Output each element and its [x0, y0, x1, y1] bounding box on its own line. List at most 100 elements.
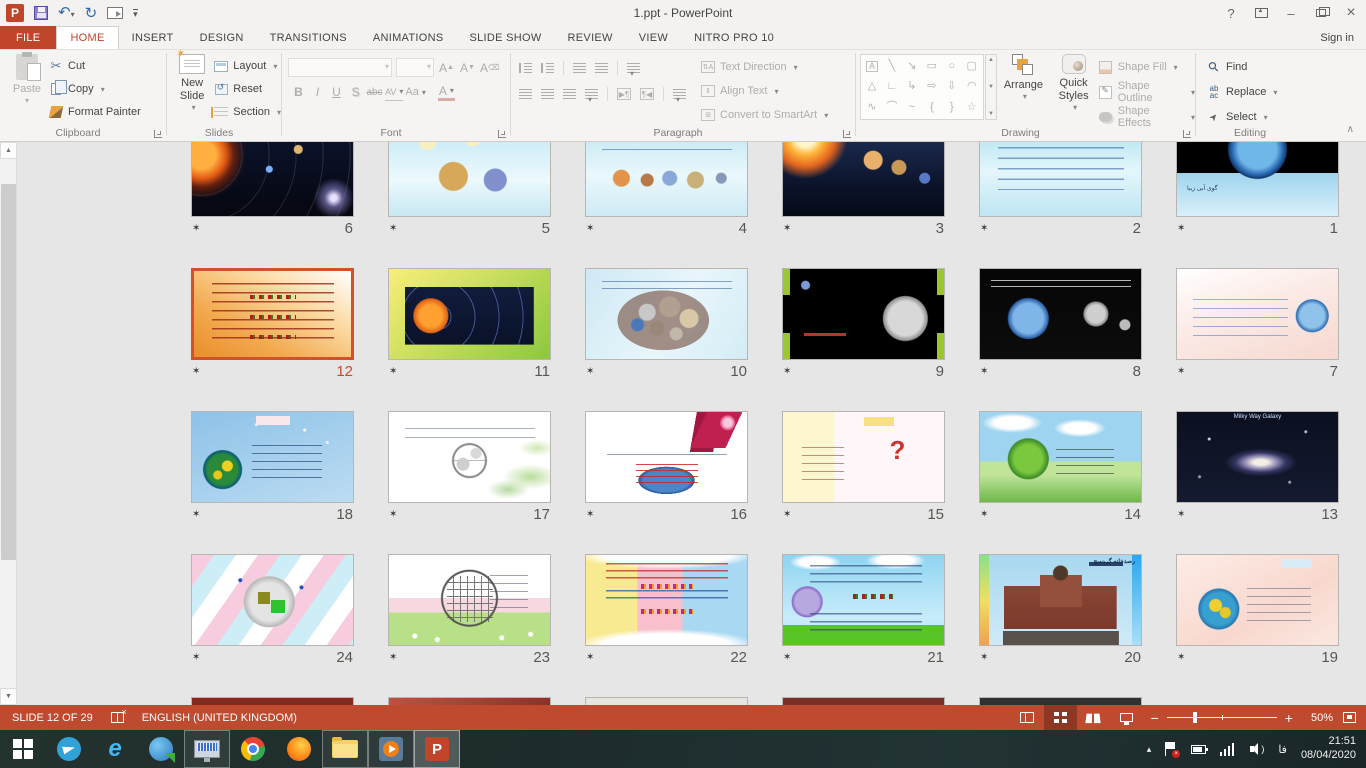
sign-in-link[interactable]: Sign in — [1320, 26, 1366, 49]
slide-thumbnail[interactable] — [585, 268, 748, 360]
slide-partial[interactable] — [979, 697, 1142, 705]
shape-9-icon[interactable]: ⇨ — [927, 81, 936, 92]
numbering-icon[interactable] — [541, 63, 554, 73]
spell-check-icon[interactable] — [111, 712, 124, 723]
shape-15-icon[interactable]: { — [930, 102, 934, 113]
format-painter-button[interactable]: Format Painter — [48, 102, 141, 122]
clear-formatting-icon[interactable]: A⌫ — [480, 59, 499, 77]
clipboard-dialog-launcher-icon[interactable] — [154, 130, 162, 138]
slide-thumbnail[interactable] — [191, 411, 354, 503]
reset-button[interactable]: Reset — [213, 79, 281, 99]
zoom-percent[interactable]: 50% — [1301, 712, 1343, 724]
volume-icon[interactable]: ) — [1250, 743, 1264, 755]
slide-show-button[interactable] — [1110, 705, 1143, 730]
tab-animations[interactable]: ANIMATIONS — [360, 26, 457, 49]
underline-button[interactable]: U — [328, 83, 345, 101]
text-direction-button[interactable]: ⇅AText Direction — [700, 57, 828, 77]
start-button[interactable] — [0, 730, 46, 768]
font-dialog-launcher-icon[interactable] — [498, 130, 506, 138]
shape-fill-button[interactable]: Shape Fill — [1098, 57, 1195, 77]
paragraph-dialog-launcher-icon[interactable] — [843, 130, 851, 138]
paste-button[interactable]: Paste ▾ — [6, 50, 48, 122]
slide-21[interactable]: ✶21 — [782, 554, 945, 668]
shapes-scroll-up-icon[interactable]: ▲ — [988, 57, 994, 63]
tab-file[interactable]: FILE — [0, 26, 56, 49]
bold-button[interactable]: B — [290, 83, 307, 101]
align-text-button[interactable]: ⇕Align Text — [700, 81, 828, 101]
tab-view[interactable]: VIEW — [626, 26, 681, 49]
slide-thumbnail[interactable] — [585, 411, 748, 503]
tab-insert[interactable]: INSERT — [119, 26, 187, 49]
tab-transitions[interactable]: TRANSITIONS — [257, 26, 360, 49]
character-spacing-button[interactable]: AV — [385, 83, 403, 101]
italic-button[interactable]: I — [309, 83, 326, 101]
normal-view-button[interactable] — [1011, 705, 1044, 730]
shapes-more-icon[interactable]: ▼ — [988, 111, 994, 117]
slide-17[interactable]: ✶17 — [388, 411, 551, 525]
layout-button[interactable]: Layout — [213, 56, 281, 76]
slide-thumbnail[interactable] — [388, 554, 551, 646]
tab-slide-show[interactable]: SLIDE SHOW — [456, 26, 554, 49]
slide-14[interactable]: ✶14 — [979, 411, 1142, 525]
select-button[interactable]: Select — [1206, 107, 1314, 127]
shape-14-icon[interactable]: ~ — [909, 102, 915, 113]
taskbar-internet-explorer[interactable]: e — [92, 730, 138, 768]
taskbar-media-player[interactable] — [368, 730, 414, 768]
slide-20[interactable]: رصدخانه گرینویچ✶20 — [979, 554, 1142, 668]
section-button[interactable]: Section — [213, 102, 281, 122]
align-center-icon[interactable] — [541, 89, 554, 99]
taskbar-powerpoint[interactable]: P — [414, 730, 460, 768]
slide-thumbnail[interactable] — [191, 142, 354, 217]
ltr-direction-icon[interactable]: ▶¶ — [617, 88, 631, 100]
language-indicator[interactable]: ENGLISH (UNITED KINGDOM) — [142, 712, 297, 724]
taskbar-telegram[interactable] — [46, 730, 92, 768]
slide-thumbnail[interactable] — [979, 697, 1142, 705]
save-icon[interactable] — [34, 6, 48, 20]
slide-thumbnail[interactable] — [388, 142, 551, 217]
slide-13[interactable]: Milky Way Galaxy✶13 — [1176, 411, 1339, 525]
zoom-in-icon[interactable]: + — [1277, 710, 1301, 726]
paste-dropdown-icon[interactable]: ▾ — [25, 96, 29, 106]
replace-button[interactable]: abacReplace — [1206, 82, 1314, 102]
decrease-font-size-icon[interactable]: A▼ — [459, 59, 476, 77]
decrease-indent-icon[interactable] — [573, 63, 586, 73]
slide-thumbnail[interactable]: رصدخانه گرینویچ — [979, 554, 1142, 646]
shape-5-icon[interactable]: ▢ — [967, 61, 977, 72]
shape-3-icon[interactable]: ▭ — [927, 61, 937, 72]
shapes-gallery-scrollbar[interactable]: ▲ ▼ ▼ — [985, 54, 998, 120]
find-button[interactable]: Find — [1206, 57, 1314, 77]
slide-18[interactable]: ✶18 — [191, 411, 354, 525]
shape-10-icon[interactable]: ⇩ — [947, 81, 956, 92]
convert-smartart-button[interactable]: ⊞Convert to SmartArt — [700, 105, 828, 125]
shape-0-icon[interactable]: A — [866, 61, 878, 72]
shape-8-icon[interactable]: ↳ — [907, 81, 916, 92]
slide-22[interactable]: ✶22 — [585, 554, 748, 668]
scroll-up-icon[interactable]: ▲ — [0, 142, 17, 159]
network-signal-icon[interactable] — [1220, 743, 1236, 756]
slide-thumbnail[interactable] — [782, 142, 945, 217]
bullets-icon[interactable] — [519, 63, 532, 73]
slide-2[interactable]: ✶2 — [979, 142, 1142, 239]
vertical-scrollbar[interactable]: ▲ ▼ — [0, 142, 17, 705]
scroll-down-icon[interactable]: ▼ — [0, 688, 17, 705]
shape-11-icon[interactable]: ◠ — [967, 81, 977, 92]
strikethrough-button[interactable]: abc — [366, 83, 383, 101]
tab-nitro-pro[interactable]: NITRO PRO 10 — [681, 26, 787, 49]
align-right-icon[interactable] — [563, 89, 576, 99]
slide-4[interactable]: ✶4 — [585, 142, 748, 239]
slide-thumbnail[interactable] — [1176, 268, 1339, 360]
slide-thumbnail[interactable]: ? — [782, 411, 945, 503]
align-left-icon[interactable] — [519, 89, 532, 99]
change-case-button[interactable]: Aa — [405, 83, 425, 101]
shape-outline-button[interactable]: Shape Outline — [1098, 82, 1195, 102]
undo-button[interactable]: ↶▾ — [58, 4, 75, 22]
taskbar-onscreen-keyboard[interactable] — [184, 730, 230, 768]
shape-12-icon[interactable]: ∿ — [867, 102, 876, 113]
slide-9[interactable]: ✶9 — [782, 268, 945, 382]
increase-indent-icon[interactable] — [595, 63, 608, 73]
slide-23[interactable]: ✶23 — [388, 554, 551, 668]
quick-styles-button[interactable]: Quick Styles — [1049, 50, 1097, 127]
slide-thumbnail[interactable] — [782, 268, 945, 360]
shape-4-icon[interactable]: ○ — [948, 61, 955, 72]
slide-thumbnail[interactable] — [388, 411, 551, 503]
